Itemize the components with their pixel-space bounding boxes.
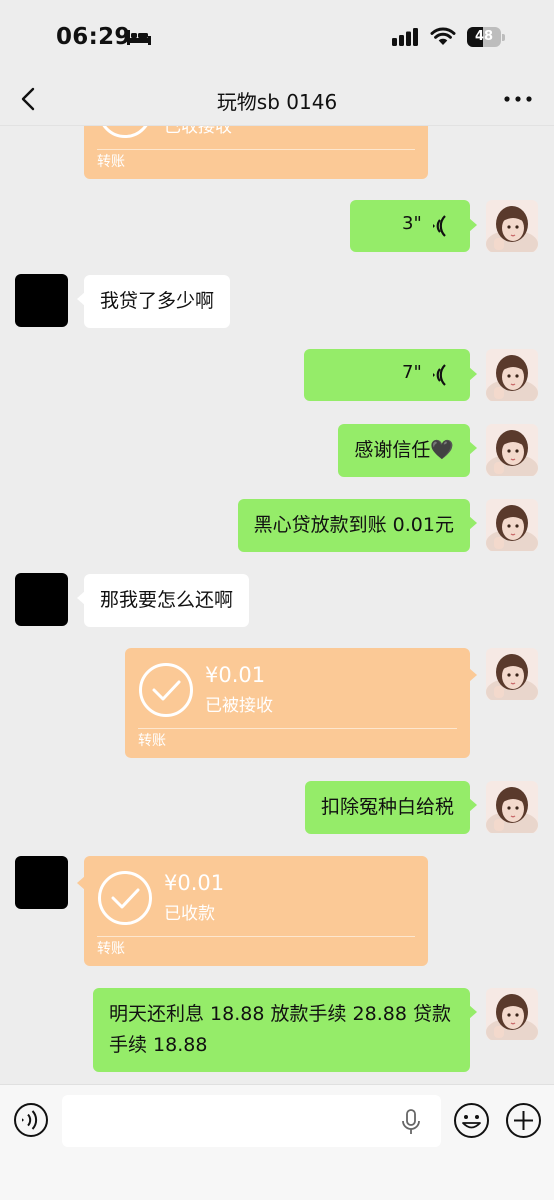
text-message[interactable]: 感谢信任🖤	[338, 424, 477, 477]
plus-icon[interactable]	[505, 1102, 542, 1139]
voice-duration: 7"	[402, 362, 422, 383]
emoji-icon[interactable]	[453, 1102, 490, 1139]
transfer-status: 已被接收	[205, 696, 273, 716]
text-message[interactable]: 我贷了多少啊	[76, 275, 231, 328]
transfer-status: 已收款	[164, 904, 215, 924]
voice-wave-icon	[433, 364, 446, 386]
voice-duration: 3"	[402, 213, 422, 234]
status-bar: 06:29 48	[0, 0, 554, 72]
chat-title: 玩物sb 0146	[216, 90, 338, 114]
message-input[interactable]	[62, 1095, 441, 1147]
voice-wave-icon	[433, 215, 446, 237]
transfer-card[interactable]: ¥0.01 已收款 转账	[77, 856, 428, 966]
transfer-status: 已收接收	[164, 126, 232, 137]
avatar[interactable]	[486, 648, 538, 700]
battery-indicator: 48	[467, 27, 505, 47]
text-message[interactable]: 那我要怎么还啊	[76, 574, 250, 627]
avatar[interactable]	[486, 988, 538, 1040]
avatar[interactable]	[15, 573, 68, 626]
bed-icon	[127, 30, 151, 45]
avatar[interactable]	[486, 200, 538, 252]
input-bar	[0, 1084, 554, 1200]
text-message[interactable]: 扣除冤种白给税	[304, 781, 478, 834]
avatar[interactable]	[486, 349, 538, 401]
wifi-icon	[430, 27, 456, 45]
check-circle-icon	[102, 126, 148, 138]
text-message[interactable]: 黑心贷放款到账 0.01元	[237, 499, 478, 552]
more-dots-icon[interactable]	[504, 96, 532, 102]
transfer-amount: ¥0.01	[205, 663, 266, 687]
message-list[interactable]: 已收接收 转账 3" 我贷了多少啊 7" 感谢信任🖤 黑心贷放款到账 0.01元	[0, 126, 554, 1084]
cellular-signal-icon	[392, 28, 418, 46]
avatar[interactable]	[15, 856, 68, 909]
transfer-card[interactable]: 已收接收 转账	[84, 126, 428, 179]
voice-message[interactable]: 7"	[304, 349, 477, 401]
avatar[interactable]	[486, 424, 538, 476]
transfer-label: 转账	[138, 733, 166, 749]
battery-level: 48	[474, 29, 494, 44]
status-time: 06:29	[56, 24, 131, 50]
voice-mode-icon[interactable]	[13, 1102, 49, 1138]
avatar[interactable]	[486, 781, 538, 833]
check-circle-icon	[139, 663, 193, 717]
transfer-label: 转账	[97, 154, 125, 170]
voice-message[interactable]: 3"	[350, 200, 477, 252]
avatar[interactable]	[15, 274, 68, 327]
transfer-amount: ¥0.01	[164, 871, 225, 895]
chat-header: 玩物sb 0146	[0, 72, 554, 126]
microphone-icon[interactable]	[401, 1109, 421, 1135]
text-message[interactable]: 明天还利息 18.88 放款手续 28.88 贷款手续 18.88	[93, 988, 477, 1072]
transfer-card[interactable]: ¥0.01 已被接收 转账	[125, 648, 477, 758]
avatar[interactable]	[486, 499, 538, 551]
check-circle-icon	[98, 871, 152, 925]
transfer-label: 转账	[97, 941, 125, 957]
